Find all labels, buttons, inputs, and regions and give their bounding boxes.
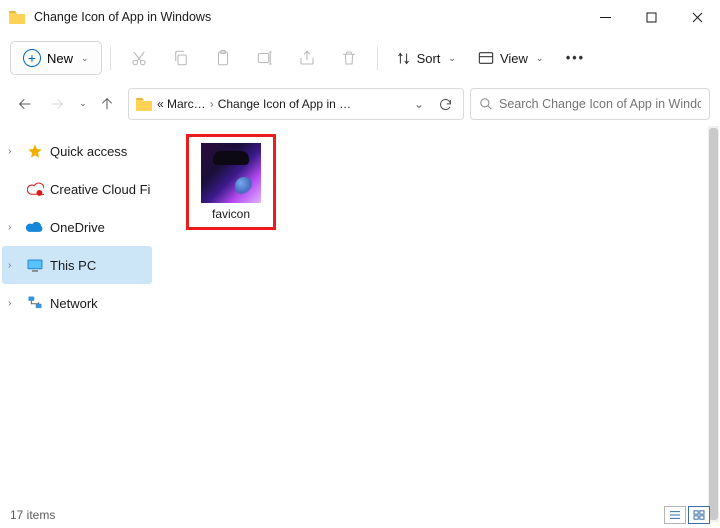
content-area[interactable]: favicon (156, 126, 720, 502)
status-bar: 17 items (0, 502, 720, 528)
sort-label: Sort (417, 51, 441, 66)
chevron-right-icon: › (8, 146, 20, 157)
item-count: 17 items (10, 508, 55, 522)
this-pc-icon (26, 256, 44, 274)
chevron-right-icon: › (8, 260, 20, 271)
sidebar-item-network[interactable]: › Network (2, 284, 152, 322)
window-title: Change Icon of App in Windows (34, 10, 211, 24)
up-button[interactable] (92, 89, 122, 119)
cut-icon[interactable] (119, 40, 159, 76)
icons-view-toggle[interactable] (688, 506, 710, 524)
chevron-down-icon (77, 97, 87, 111)
plus-circle-icon: + (23, 49, 41, 67)
cloud-icon (26, 218, 44, 236)
back-button[interactable] (10, 89, 40, 119)
search-icon (479, 97, 493, 111)
sidebar-item-quick-access[interactable]: › Quick access (2, 132, 152, 170)
sidebar: › Quick access Creative Cloud Fi › OneDr… (0, 126, 156, 502)
scrollbar[interactable] (708, 126, 719, 522)
chevron-right-icon: › (8, 222, 20, 233)
recent-dropdown[interactable] (74, 89, 90, 119)
rename-icon[interactable] (245, 40, 285, 76)
minimize-button[interactable] (582, 0, 628, 34)
toolbar: + New Sort View ••• (0, 34, 720, 82)
creative-cloud-icon (26, 180, 44, 198)
view-toggles (664, 506, 710, 524)
sidebar-item-label: OneDrive (50, 220, 105, 235)
chevron-down-icon[interactable]: ⌄ (408, 97, 430, 111)
breadcrumb-seg[interactable]: « Marc… (157, 97, 206, 111)
chevron-right-icon: › (210, 97, 214, 111)
maximize-button[interactable] (628, 0, 674, 34)
file-name: favicon (212, 207, 250, 221)
chevron-right-icon: › (8, 298, 20, 309)
chevron-down-icon (79, 51, 89, 66)
titlebar: Change Icon of App in Windows (0, 0, 720, 34)
more-button[interactable]: ••• (555, 40, 595, 76)
folder-icon (135, 96, 153, 112)
sidebar-item-creative-cloud[interactable]: Creative Cloud Fi (2, 170, 152, 208)
sidebar-item-label: Creative Cloud Fi (50, 182, 150, 197)
view-button[interactable]: View (468, 40, 554, 76)
nav-row: « Marc… › Change Icon of App in … ⌄ (0, 82, 720, 126)
delete-icon[interactable] (329, 40, 369, 76)
sidebar-item-onedrive[interactable]: › OneDrive (2, 208, 152, 246)
paste-icon[interactable] (203, 40, 243, 76)
network-icon (26, 294, 44, 312)
view-icon (478, 51, 494, 65)
sort-icon (396, 51, 411, 66)
new-button[interactable]: + New (10, 41, 102, 75)
refresh-button[interactable] (434, 97, 457, 112)
chevron-down-icon (534, 51, 544, 66)
copy-icon[interactable] (161, 40, 201, 76)
details-view-toggle[interactable] (664, 506, 686, 524)
search-box[interactable] (470, 88, 710, 120)
scrollbar-thumb[interactable] (709, 128, 718, 520)
address-bar[interactable]: « Marc… › Change Icon of App in … ⌄ (128, 88, 464, 120)
chevron-down-icon (446, 51, 456, 66)
close-button[interactable] (674, 0, 720, 34)
sidebar-item-label: Network (50, 296, 98, 311)
separator (110, 46, 111, 70)
sort-button[interactable]: Sort (386, 40, 466, 76)
separator (377, 46, 378, 70)
breadcrumb-seg[interactable]: Change Icon of App in … (218, 97, 404, 111)
search-input[interactable] (499, 97, 701, 111)
window-folder-icon (8, 8, 26, 26)
nav-arrows (10, 89, 122, 119)
share-icon[interactable] (287, 40, 327, 76)
file-tile[interactable]: favicon (186, 134, 276, 230)
star-icon (26, 142, 44, 160)
file-thumbnail (201, 143, 261, 203)
body: › Quick access Creative Cloud Fi › OneDr… (0, 126, 720, 502)
sidebar-item-this-pc[interactable]: › This PC (2, 246, 152, 284)
view-label: View (500, 51, 528, 66)
sidebar-item-label: This PC (50, 258, 96, 273)
window-controls (582, 0, 720, 34)
new-button-label: New (47, 51, 73, 66)
forward-button[interactable] (42, 89, 72, 119)
sidebar-item-label: Quick access (50, 144, 127, 159)
